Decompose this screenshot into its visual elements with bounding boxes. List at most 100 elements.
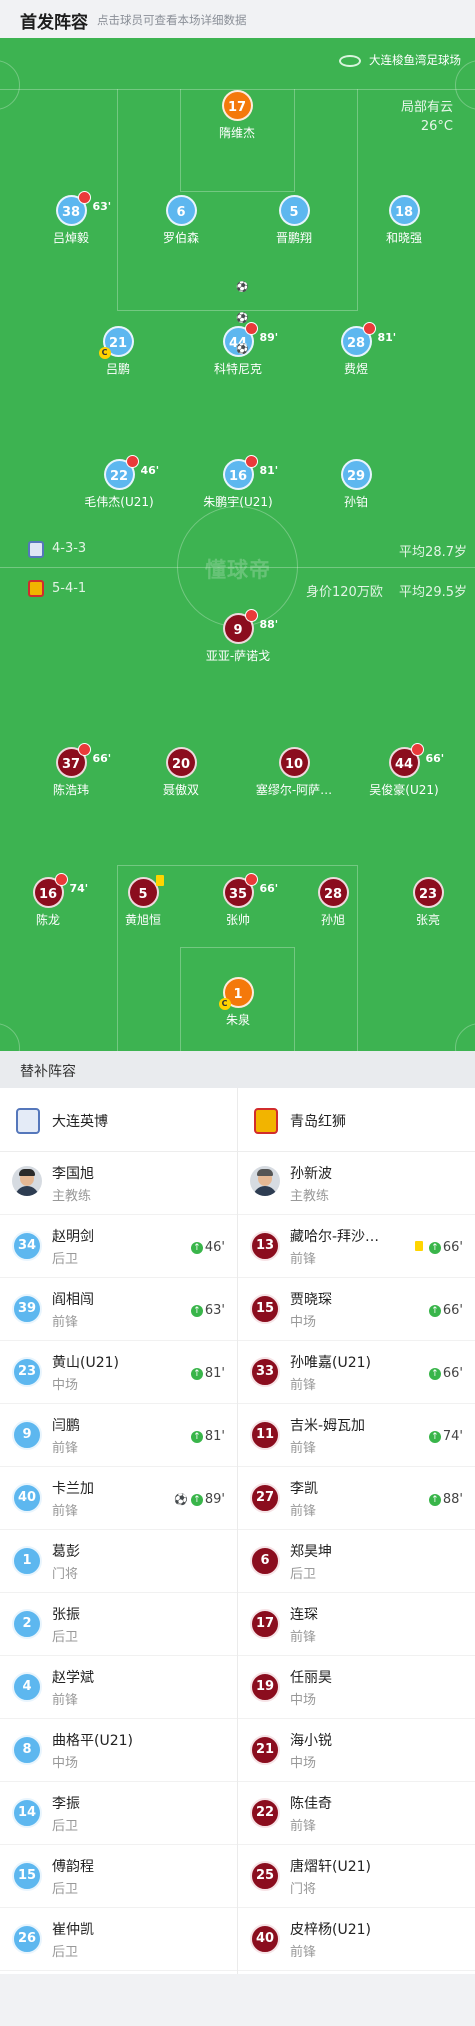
player-number: 9 88' (222, 609, 278, 644)
player-name: 唐熠轩(U21) (290, 1859, 371, 1875)
sub-in: ↑ 88' (428, 1492, 463, 1507)
sub-player-row[interactable]: 15 傅韵程 后卫 (0, 1845, 237, 1908)
player-name: 张帅 (225, 913, 250, 927)
home-avg-age: 平均28.7岁 (399, 545, 467, 560)
sub-out-icon (77, 191, 91, 204)
sub-player-row[interactable]: 22 陈佳奇 前锋 (238, 1782, 475, 1845)
player-number: 28 (317, 877, 349, 908)
player-away-cm1[interactable]: 20 聂傲双 (126, 747, 236, 798)
away-coach-row[interactable]: 孙新波 主教练 (238, 1152, 475, 1215)
sub-player-row[interactable]: 40 皮梓杨(U21) 前锋 (238, 1908, 475, 1971)
player-home-cm1[interactable]: 21 C 吕鹏 (63, 326, 173, 377)
player-away-gk[interactable]: 1C 朱泉 (183, 977, 293, 1028)
coach-role: 主教练 (52, 1189, 92, 1204)
sub-minute: 66' (92, 752, 112, 765)
player-number: 18 (388, 195, 420, 226)
sub-minute: 66' (442, 1366, 463, 1381)
player-away-cb1[interactable]: 5 黄旭恒 (88, 875, 198, 928)
sub-player-row[interactable]: 17 连琛 前锋 (238, 1593, 475, 1656)
sub-player-row[interactable]: 23 黄山(U21) 中场 ↑ 81' (0, 1341, 237, 1404)
sub-player-row[interactable]: 1 葛彭 门将 (0, 1530, 237, 1593)
sub-player-row[interactable]: 25 唐熠轩(U21) 门将 (238, 1845, 475, 1908)
player-away-cb2[interactable]: 35 66' 张帅 (183, 873, 293, 928)
player-number: 6 (250, 1546, 280, 1576)
player-name: 郑昊坤 (290, 1544, 332, 1560)
player-home-cm3[interactable]: 28 81' 费煜 (301, 322, 411, 377)
player-name: 陈浩玮 (52, 783, 89, 797)
sub-player-row[interactable]: 15 贾晓琛 中场 ↑ 66' (238, 1278, 475, 1341)
player-name: 和晓强 (385, 231, 422, 245)
player-home-cb1[interactable]: 6 罗伯森 (126, 195, 236, 246)
player-number: 6 (165, 195, 197, 226)
sub-player-row[interactable]: 26 崔仲凯 后卫 (0, 1908, 237, 1971)
player-home-rb[interactable]: 18 和晓强 (349, 195, 459, 246)
away-team-header[interactable]: 青岛红狮 (238, 1088, 475, 1152)
player-position: 后卫 (52, 1945, 79, 1960)
sub-in: ↑ 66' (428, 1366, 463, 1381)
player-number: 15 (250, 1294, 280, 1324)
sub-player-row[interactable]: 8 曲格平(U21) 中场 (0, 1719, 237, 1782)
sub-player-row[interactable]: 19 任丽昊 中场 (238, 1656, 475, 1719)
bottom-padding (0, 1974, 475, 2026)
sub-player-row[interactable]: 33 孙唯嘉(U21) 前锋 ↑ 66' (238, 1341, 475, 1404)
home-team-name: 大连英博 (52, 1114, 108, 1130)
player-home-lb[interactable]: 38 63' 吕焯毅 (16, 191, 126, 246)
lineup-header: 首发阵容 点击球员可查看本场详细数据 (0, 0, 475, 38)
player-name: 张振 (52, 1607, 80, 1623)
sub-player-row[interactable]: 6 郑昊坤后卫 (238, 1530, 475, 1593)
sub-out-icon (244, 455, 258, 468)
player-number: 22 46' (103, 455, 159, 490)
player-home-rw[interactable]: 29 孙铂 (301, 459, 411, 510)
stadium-label: 大连梭鱼湾足球场 (369, 53, 461, 67)
coach-role: 主教练 (290, 1189, 330, 1204)
player-away-st[interactable]: 9 88' 亚亚-萨诺戈 (183, 609, 293, 664)
player-number: 15 (12, 1861, 42, 1891)
pitch: 大连梭鱼湾足球场 局部有云 26°C 懂球帝 4-3-3 平均28.7岁 5-4… (0, 38, 475, 1051)
player-number: 5 (127, 875, 164, 908)
sub-in: ↑ 74' (428, 1429, 463, 1444)
sub-player-row[interactable]: 9 闫鹏 前锋 ↑ 81' (0, 1404, 237, 1467)
sub-player-row[interactable]: 11 吉米-姆瓦加 前锋 ↑ 74' (238, 1404, 475, 1467)
player-away-cm2[interactable]: 10 塞缪尔-阿萨… (239, 747, 349, 798)
sub-minute: 88' (259, 618, 279, 631)
sub-player-row[interactable]: 13 藏哈尔-拜沙… 前锋 ↑ 66' (238, 1215, 475, 1278)
sub-in-arrow-icon: ↑ (428, 1494, 441, 1506)
sub-player-row[interactable]: 21 海小锐 中场 (238, 1719, 475, 1782)
sub-minute: 66' (442, 1303, 463, 1318)
subs-title: 替补阵容 (20, 1064, 76, 1080)
coach-name: 李国旭 (52, 1166, 94, 1182)
sub-minute: 46' (204, 1240, 225, 1255)
player-name: 塞缪尔-阿萨… (255, 783, 333, 797)
player-position: 中场 (290, 1756, 317, 1771)
sub-in-arrow-icon: ↑ (190, 1431, 203, 1443)
sub-player-row[interactable]: 34 赵明剑 后卫 ↑ 46' (0, 1215, 237, 1278)
player-position: 后卫 (290, 1567, 317, 1582)
home-team-logo (16, 1108, 40, 1134)
sub-player-row[interactable]: 27 李凯 前锋 ↑ 88' (238, 1467, 475, 1530)
player-away-cb3[interactable]: 28 孙旭 (278, 877, 388, 928)
sub-in: ↑ 66' (414, 1240, 463, 1255)
player-home-st[interactable]: 16 81' 朱鹏宇(U21) (183, 455, 293, 510)
player-number: 44 66' (388, 743, 444, 778)
sub-player-row[interactable]: 40 卡兰加 前锋 ⚽ ↑ 89' (0, 1467, 237, 1530)
player-home-cb2[interactable]: 5 晋鹏翔 (239, 195, 349, 246)
player-number: 38 63' (55, 191, 111, 226)
sub-in-arrow-icon: ↑ (428, 1242, 441, 1254)
sub-player-row[interactable]: 2 张振 后卫 (0, 1593, 237, 1656)
player-home-lw[interactable]: 22 46' 毛伟杰(U21) (64, 455, 174, 510)
home-coach-row[interactable]: 李国旭 主教练 (0, 1152, 237, 1215)
sub-minute: 46' (140, 464, 160, 477)
player-home-gk[interactable]: 17 隋维杰 (182, 90, 292, 141)
player-name: 朱鹏宇(U21) (203, 495, 273, 509)
sub-player-row[interactable]: 39 阎相闯 前锋 ↑ 63' (0, 1278, 237, 1341)
player-away-lm[interactable]: 37 66' 陈浩玮 (16, 743, 126, 798)
home-subs-column: 大连英博 李国旭 主教练 34 赵明剑 后卫 ↑ 46' 39 阎相闯 前锋 ↑ 63' 23 黄山(… (0, 1088, 237, 1974)
player-away-rb[interactable]: 23 张亮 (373, 877, 475, 928)
sub-player-row[interactable]: 4 赵学斌 前锋 (0, 1656, 237, 1719)
sub-player-row[interactable]: 14 李振 后卫 (0, 1782, 237, 1845)
player-home-cm2[interactable]: 44 89' ⚽⚽⚽ 科特尼克 (183, 282, 293, 377)
player-position: 前锋 (290, 1945, 317, 1960)
home-team-header[interactable]: 大连英博 (0, 1088, 237, 1152)
sub-in-arrow-icon: ↑ (190, 1305, 203, 1317)
player-away-rm[interactable]: 44 66' 吴俊豪(U21) (349, 743, 459, 798)
